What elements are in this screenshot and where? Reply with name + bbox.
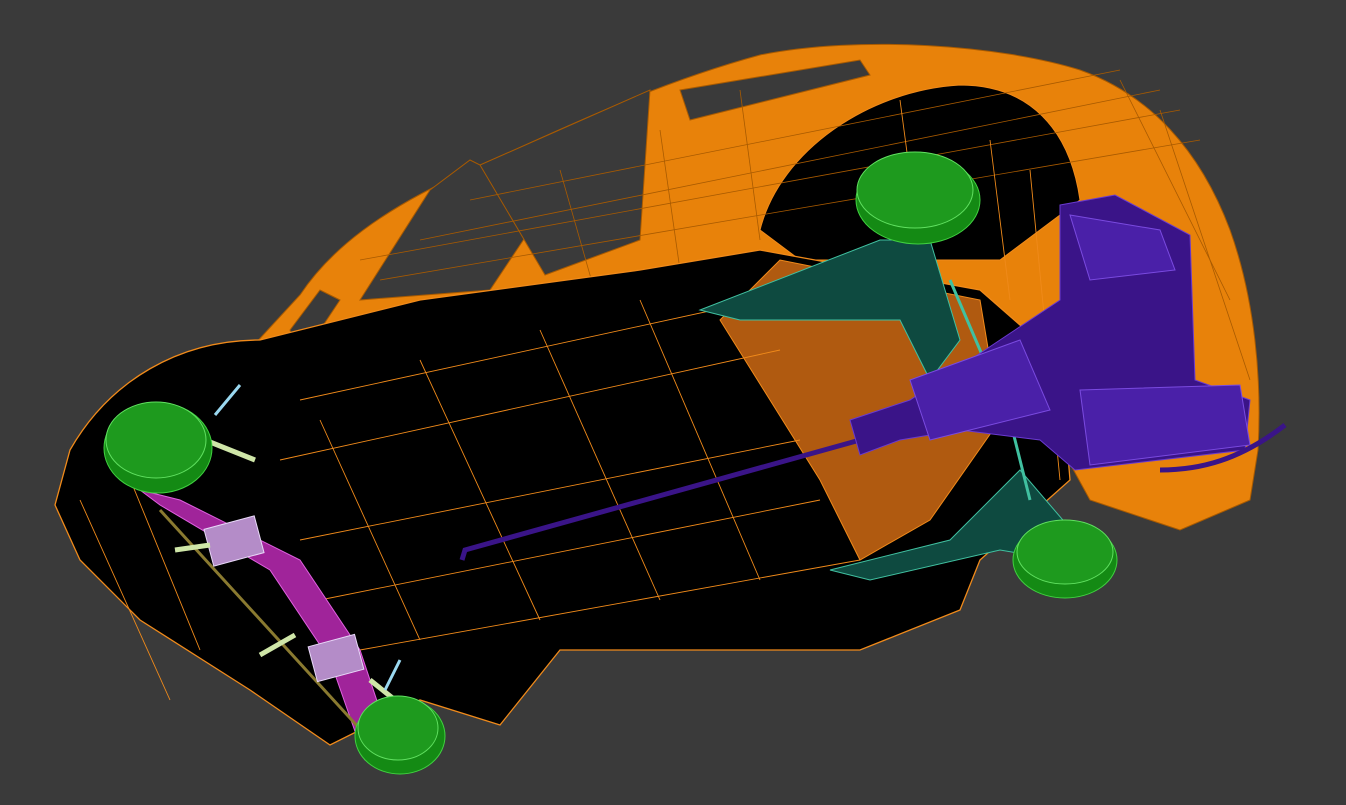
wheel-front-left[interactable] — [1012, 519, 1118, 599]
3d-viewport[interactable] — [0, 0, 1346, 805]
wheel-rear-right[interactable] — [103, 401, 213, 494]
car-wireframe-scene[interactable] — [0, 0, 1346, 805]
